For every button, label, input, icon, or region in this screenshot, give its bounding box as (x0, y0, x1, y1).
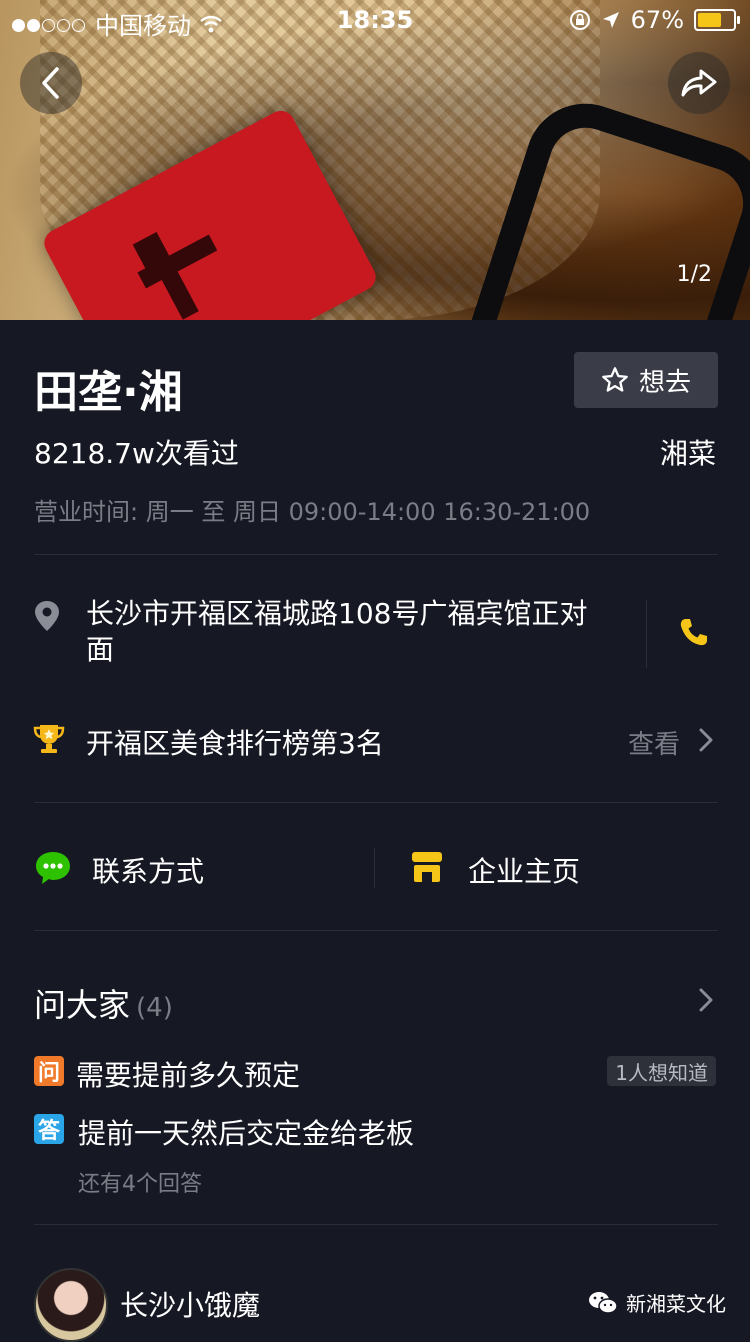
phone-icon[interactable] (678, 616, 710, 648)
back-button[interactable] (20, 52, 82, 114)
share-button[interactable] (668, 52, 730, 114)
trophy-icon (33, 725, 65, 753)
contact-method-button[interactable]: 联系方式 (34, 836, 354, 900)
question-badge: 问 (34, 1056, 64, 1086)
business-hours: 营业时间: 周一 至 周日 09:00-14:00 16:30-21:00 (34, 498, 591, 526)
location-arrow-icon (602, 12, 619, 28)
restaurant-detail-panel: 田垄·湘 想去 8218.7w次看过 湘菜 营业时间: 周一 至 周日 09:0… (0, 320, 750, 1342)
reviewer-username[interactable]: 长沙小饿魔 (120, 1284, 260, 1324)
share-arrow-icon (681, 69, 717, 97)
divider-vertical (374, 848, 375, 888)
company-homepage-label: 企业主页 (468, 855, 581, 888)
view-count: 8218.7w次看过 (34, 437, 239, 470)
wechat-icon (589, 1291, 618, 1314)
contact-method-label: 联系方式 (92, 855, 205, 888)
watermark: 新湘菜文化 (588, 1288, 726, 1317)
question-text[interactable]: 需要提前多久预定 (76, 1054, 300, 1094)
divider (34, 554, 718, 555)
want-to-go-button[interactable]: 想去 (574, 352, 718, 408)
ranking-text[interactable]: 开福区美食排行榜第3名 (86, 722, 384, 762)
battery-icon (694, 9, 740, 31)
chevron-right-icon[interactable] (698, 988, 714, 1012)
chevron-right-icon (699, 728, 713, 752)
ask-everyone-header[interactable]: 问大家 (4) (34, 980, 173, 1026)
storefront-icon (412, 852, 442, 882)
restaurant-name: 田垄·湘 (34, 367, 183, 418)
divider (34, 1224, 718, 1225)
image-counter: 1/2 (676, 262, 712, 287)
question-count: (4) (136, 993, 173, 1023)
answer-text[interactable]: 提前一天然后交定金给老板 (78, 1112, 414, 1152)
location-pin-icon (35, 601, 59, 631)
answer-badge: 答 (34, 1114, 64, 1144)
divider (34, 930, 718, 931)
ranking-view-link[interactable]: 查看 (628, 724, 680, 761)
avatar[interactable] (34, 1268, 108, 1342)
orientation-lock-icon (569, 10, 590, 30)
company-homepage-button[interactable]: 企业主页 (410, 836, 730, 900)
cuisine-type: 湘菜 (659, 437, 716, 470)
chevron-left-icon (42, 67, 59, 99)
address-text[interactable]: 长沙市开福区福城路108号广福宾馆正对面 (86, 596, 606, 668)
chat-bubble-icon (36, 852, 70, 884)
divider-vertical (646, 600, 647, 668)
hero-image[interactable] (0, 0, 750, 320)
watermark-text: 新湘菜文化 (626, 1292, 726, 1316)
want-to-know-tag: 1人想知道 (607, 1056, 716, 1086)
want-to-go-label: 想去 (638, 367, 691, 398)
divider (34, 802, 718, 803)
ask-everyone-title: 问大家 (34, 986, 131, 1024)
status-bar: 中国移动 18:35 67% (0, 0, 750, 40)
battery-percent: 67% (630, 6, 684, 34)
more-answers-link[interactable]: 还有4个回答 (78, 1166, 202, 1198)
star-icon (602, 367, 628, 392)
